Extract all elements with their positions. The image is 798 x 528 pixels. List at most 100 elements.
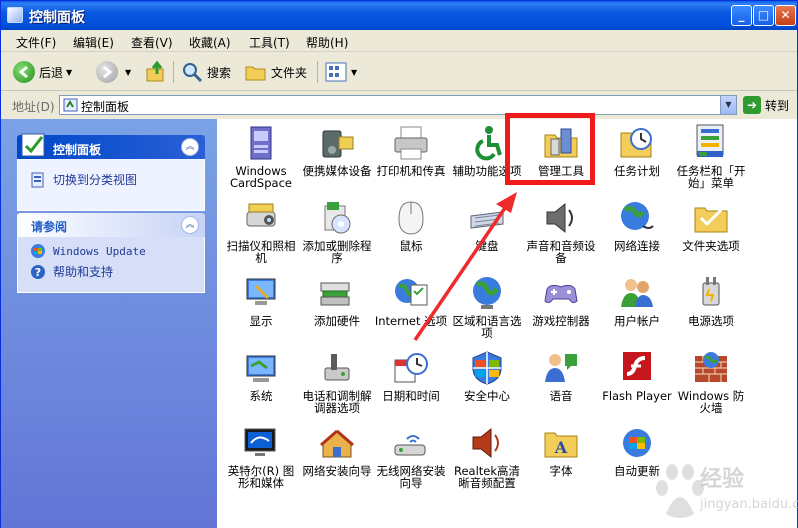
control-panel-item-label: 添加硬件 [314, 314, 360, 328]
back-arrow-icon [13, 61, 35, 83]
control-panel-item[interactable]: 网络连接 [599, 194, 675, 269]
firewall-icon [695, 352, 727, 382]
control-panel-item-label: 打印机和传真 [376, 164, 446, 178]
address-input[interactable]: 控制面板 ▼ [59, 95, 737, 115]
control-panel-item[interactable]: 文件夹选项 [673, 194, 749, 269]
title-bar[interactable]: 控制面板 _ □ ✕ [1, 1, 797, 30]
control-panel-item-label: 日期和时间 [382, 389, 440, 403]
back-dropdown-icon[interactable]: ▼ [66, 68, 72, 77]
control-panel-item-label: 便携媒体设备 [302, 164, 372, 178]
help-support-link[interactable]: ? 帮助和支持 [18, 261, 204, 282]
collapse-chevron-icon[interactable]: ︽ [181, 138, 199, 156]
control-panel-item[interactable]: Realtek高清晰音频配置 [449, 419, 525, 494]
collapse-chevron-icon[interactable]: ︽ [181, 216, 199, 234]
control-panel-icon [21, 133, 45, 157]
control-panel-item-label: Realtek高清晰音频配置 [453, 464, 521, 490]
windows-update-link[interactable]: Windows Update [18, 241, 204, 261]
maximize-button[interactable]: □ [753, 5, 774, 26]
control-panel-item[interactable]: 语音 [523, 344, 599, 419]
control-panel-item[interactable]: 任务栏和「开始」菜单 [673, 119, 749, 194]
menu-file[interactable]: 文件(F) [16, 34, 56, 51]
folders-button[interactable]: 文件夹 [244, 59, 307, 85]
close-button[interactable]: ✕ [775, 5, 796, 26]
control-panel-item[interactable]: 添加硬件 [299, 269, 375, 344]
see-also-section-header[interactable]: 请参阅 ︽ [17, 213, 205, 237]
add-remove-icon [324, 202, 351, 234]
folder-options-icon [694, 207, 728, 233]
realtek-audio-icon [472, 427, 499, 459]
taskbar-icon [696, 124, 724, 157]
sound-icon [546, 202, 573, 234]
gamepad-icon [544, 284, 578, 304]
control-panel-item-label: 任务计划 [614, 164, 660, 178]
toolbar-separator [317, 61, 318, 83]
control-panel-item[interactable]: 用户帐户 [599, 269, 675, 344]
menu-favorites[interactable]: 收藏(A) [189, 34, 231, 51]
control-panel-item[interactable]: 声音和音频设备 [523, 194, 599, 269]
views-dropdown-icon[interactable]: ▼ [351, 68, 357, 77]
menu-help[interactable]: 帮助(H) [306, 34, 348, 51]
search-button[interactable]: 搜索 [180, 59, 231, 85]
control-panel-item[interactable]: 任务计划 [599, 119, 675, 194]
control-panel-item[interactable]: 添加或删除程序 [299, 194, 375, 269]
control-panel-item-label: 声音和音频设备 [526, 239, 596, 265]
windows-update-label: Windows Update [53, 244, 146, 258]
address-value: 控制面板 [81, 100, 130, 114]
highlight-rectangle [505, 113, 595, 185]
forward-dropdown-icon[interactable]: ▼ [125, 68, 131, 77]
accessibility-icon [475, 126, 502, 161]
control-panel-window: 控制面板 _ □ ✕ 文件(F) 编辑(E) 查看(V) 收藏(A) 工具(T)… [0, 0, 798, 528]
control-panel-item-label: 英特尔(R) 图形和媒体 [227, 464, 295, 490]
control-panel-item[interactable]: Windows CardSpace [223, 119, 299, 194]
control-panel-item-label: 键盘 [475, 239, 499, 253]
address-dropdown-icon[interactable]: ▼ [720, 96, 736, 114]
control-panel-item[interactable]: 电话和调制解调器选项 [299, 344, 375, 419]
control-panel-item[interactable]: 安全中心 [449, 344, 525, 419]
control-panel-item[interactable]: 游戏控制器 [523, 269, 599, 344]
control-panel-item[interactable]: 日期和时间 [373, 344, 449, 419]
control-panel-item-label: 无线网络安装向导 [376, 464, 446, 490]
control-panel-item[interactable]: 英特尔(R) 图形和媒体 [223, 419, 299, 494]
control-panel-item-label: 鼠标 [399, 239, 423, 253]
control-panel-item-label: 网络安装向导 [302, 464, 372, 478]
control-panel-item[interactable]: 区域和语言选项 [449, 269, 525, 344]
go-button[interactable]: ➜ 转到 [743, 96, 789, 114]
back-button[interactable]: 后退 ▼ [13, 59, 72, 85]
network-icon [621, 202, 654, 230]
control-panel-item[interactable]: 便携媒体设备 [299, 119, 375, 194]
control-panel-item[interactable]: 系统 [223, 344, 299, 419]
control-panel-item-label: Flash Player [602, 389, 672, 403]
menu-tools[interactable]: 工具(T) [249, 34, 290, 51]
address-bar: 地址(D) 控制面板 ▼ ➜ 转到 [1, 92, 797, 118]
switch-category-view-link[interactable]: 切换到分类视图 [18, 167, 204, 192]
control-panel-item-label: 扫描仪和照相机 [226, 239, 296, 265]
search-icon [183, 63, 203, 83]
media-device-icon [322, 130, 354, 158]
internet-options-icon [395, 279, 428, 306]
control-panel-section-header[interactable]: 控制面板 ︽ [17, 133, 205, 159]
minimize-button[interactable]: _ [731, 5, 752, 26]
control-panel-item[interactable]: 扫描仪和照相机 [223, 194, 299, 269]
control-panel-item[interactable]: 网络安装向导 [299, 419, 375, 494]
control-panel-item[interactable]: 打印机和传真 [373, 119, 449, 194]
control-panel-item[interactable]: 电源选项 [673, 269, 749, 344]
control-panel-item-label: 显示 [249, 314, 273, 328]
system-icon [246, 355, 276, 382]
forward-button[interactable]: ▼ [96, 59, 131, 85]
control-panel-item[interactable]: 鼠标 [373, 194, 449, 269]
control-panel-item[interactable]: 显示 [223, 269, 299, 344]
menu-view[interactable]: 查看(V) [131, 34, 173, 51]
control-panel-item[interactable]: Flash Player [599, 344, 675, 419]
region-icon [473, 277, 501, 309]
control-panel-item[interactable]: Internet 选项 [373, 269, 449, 344]
speech-icon [545, 354, 577, 382]
views-button[interactable]: ▼ [324, 59, 357, 85]
up-button[interactable] [144, 59, 168, 85]
menu-edit[interactable]: 编辑(E) [73, 34, 114, 51]
control-panel-item[interactable]: A 字体 [523, 419, 599, 494]
menu-bar: 文件(F) 编辑(E) 查看(V) 收藏(A) 工具(T) 帮助(H) [1, 30, 797, 77]
watermark-url: jingyan.baidu.com [700, 497, 798, 512]
control-panel-item[interactable]: 键盘 [449, 194, 525, 269]
control-panel-item[interactable]: 无线网络安装向导 [373, 419, 449, 494]
control-panel-item[interactable]: Windows 防火墙 [673, 344, 749, 419]
